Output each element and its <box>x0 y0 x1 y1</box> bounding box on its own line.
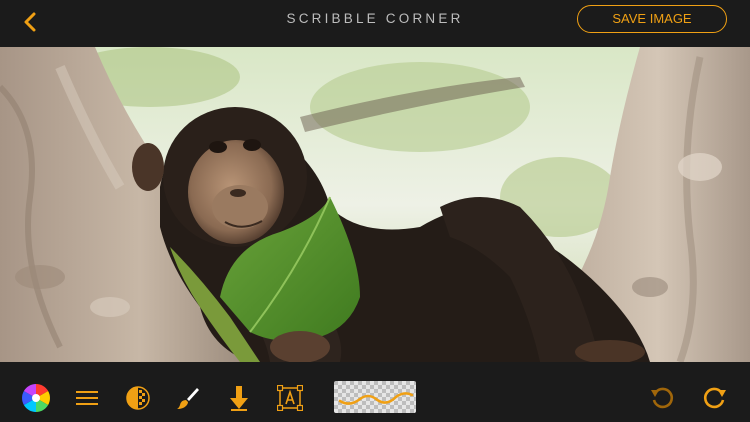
opacity-icon <box>126 386 150 410</box>
brush-icon <box>177 388 199 409</box>
undo-button[interactable] <box>645 381 679 415</box>
photo-canvas[interactable] <box>0 47 750 362</box>
redo-button[interactable] <box>698 381 732 415</box>
top-bar: SCRIBBLE CORNER SAVE IMAGE <box>0 0 750 47</box>
save-image-button[interactable]: SAVE IMAGE <box>577 5 727 33</box>
menu-lines-icon <box>76 391 98 405</box>
brush-stroke-preview <box>334 381 416 413</box>
color-wheel-icon <box>22 384 50 412</box>
app-window: SCRIBBLE CORNER SAVE IMAGE <box>0 0 750 422</box>
layers-menu-button[interactable] <box>70 381 104 415</box>
brush-preview[interactable] <box>334 381 416 413</box>
bottom-toolbar <box>0 362 750 422</box>
redo-icon <box>703 387 726 409</box>
color-picker-button[interactable] <box>19 381 53 415</box>
undo-icon <box>651 387 674 409</box>
download-arrow-icon <box>230 386 248 411</box>
text-button[interactable] <box>273 381 307 415</box>
download-button[interactable] <box>222 381 256 415</box>
brush-button[interactable] <box>171 381 205 415</box>
chimpanzee-photo <box>0 47 750 362</box>
text-box-icon <box>277 385 303 411</box>
opacity-button[interactable] <box>121 381 155 415</box>
